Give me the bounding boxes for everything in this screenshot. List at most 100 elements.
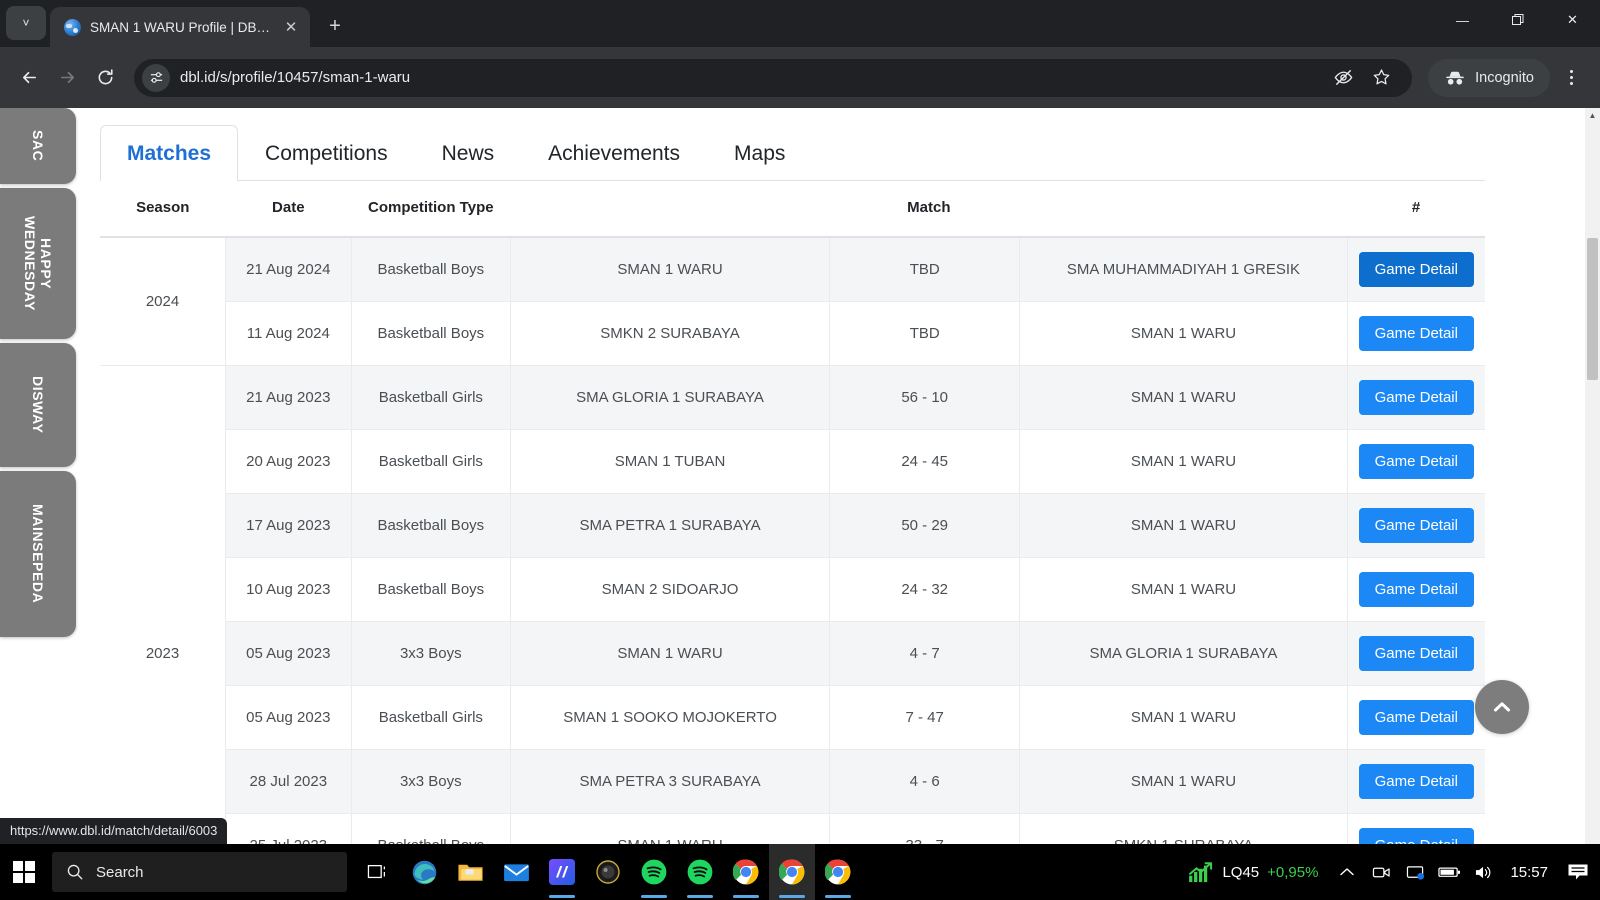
incognito-icon (1446, 71, 1464, 85)
cell-away-team: SMA GLORIA 1 SURABAYA (1019, 621, 1348, 686)
tab-achievements[interactable]: Achievements (521, 125, 707, 181)
tab-maps[interactable]: Maps (707, 125, 812, 181)
cell-score: 4 - 7 (829, 621, 1021, 686)
cell-score: 33 - 7 (829, 813, 1021, 844)
game-detail-button[interactable]: Game Detail (1358, 379, 1474, 415)
cell-competition-type: Basketball Girls (351, 365, 512, 430)
eye-slash-icon[interactable] (1326, 61, 1360, 95)
table-body: 2024 21 Aug 2024 Basketball Boys SMAN 1 WAR… (100, 236, 1485, 844)
cell-away-team: SMAN 1 WARU (1019, 429, 1348, 494)
game-detail-button[interactable]: Game Detail (1358, 763, 1474, 799)
browser-menu-button[interactable] (1554, 61, 1588, 95)
table-row[interactable]: 10 Aug 2023 Basketball Boys SMAN 2 SIDOARJ… (100, 557, 1485, 622)
new-tab-button[interactable]: + (320, 11, 350, 41)
taskbar-clock[interactable]: 15:57 (1500, 864, 1558, 881)
task-view-icon (367, 865, 385, 879)
rail-tab-happy-wednesday[interactable]: HAPPY WEDNESDAY (0, 188, 76, 339)
network-tray-icon[interactable] (1398, 844, 1432, 900)
close-window-button[interactable]: ✕ (1545, 0, 1600, 40)
rail-tab-mainsepeda[interactable]: MAINSEPEDA (0, 471, 76, 637)
dot (1569, 76, 1573, 79)
cell-action: Game Detail (1347, 493, 1485, 558)
notifications-button[interactable] (1558, 844, 1598, 900)
taskbar-app-m-icon[interactable] (539, 844, 585, 900)
game-detail-button[interactable]: Game Detail (1358, 507, 1474, 543)
restore-icon (1511, 14, 1523, 25)
cell-action: Game Detail (1347, 557, 1485, 622)
game-detail-button[interactable]: Game Detail (1358, 251, 1474, 287)
tune-icon[interactable] (142, 63, 170, 92)
search-icon (67, 864, 83, 880)
bookmark-star-icon[interactable] (1364, 61, 1398, 95)
page-scrollbar[interactable]: ▲ (1585, 108, 1600, 844)
taskbar-chrome-icon-3[interactable] (769, 844, 815, 900)
taskbar-mail-icon[interactable] (493, 844, 539, 900)
tab-matches[interactable]: Matches (100, 125, 239, 181)
dot (1569, 70, 1573, 73)
forward-button[interactable] (50, 61, 84, 95)
tab-news[interactable]: News (415, 125, 522, 181)
table-row[interactable]: 17 Aug 2023 Basketball Boys SMA PETRA 1 SU… (100, 493, 1485, 558)
back-button[interactable] (12, 61, 46, 95)
taskbar-spotify-icon-2[interactable] (677, 844, 723, 900)
table-row[interactable]: 05 Aug 2023 3x3 Boys SMAN 1 WARU 4 - 7 SMA G… (100, 621, 1485, 686)
rail-tab-label: DISWAY (30, 376, 47, 434)
table-row[interactable]: 11 Aug 2024 Basketball Boys SMKN 2 SURABAY… (100, 301, 1485, 366)
game-detail-button[interactable]: Game Detail (1358, 699, 1474, 735)
table-row[interactable]: 2024 21 Aug 2024 Basketball Boys SMAN 1 WAR… (100, 236, 1485, 366)
table-row[interactable]: 05 Aug 2023 Basketball Girls SMAN 1 SOOKO … (100, 685, 1485, 750)
stock-widget[interactable]: LQ45 +0,95% (1176, 861, 1330, 883)
web-page: SAC HAPPY WEDNESDAY DISWAY MAINSEPEDA Match… (0, 108, 1585, 844)
game-detail-button[interactable]: Game Detail (1358, 635, 1474, 671)
taskbar-chrome-icon[interactable] (723, 844, 769, 900)
cell-score: 56 - 10 (829, 365, 1021, 430)
taskbar-search[interactable]: Search (52, 852, 347, 892)
cell-action: Game Detail (1347, 749, 1485, 814)
tab-search-button[interactable]: ˅ (6, 6, 46, 40)
game-detail-button[interactable]: Game Detail (1358, 571, 1474, 607)
cell-date: 21 Aug 2024 (225, 236, 352, 302)
url-text: dbl.id/s/profile/10457/sman-1-waru (180, 69, 411, 86)
arrow-right-icon (60, 71, 74, 84)
cell-home-team: SMAN 1 TUBAN (510, 429, 831, 494)
dot (1569, 82, 1573, 85)
header-actions: # (1347, 181, 1485, 238)
start-button[interactable] (0, 844, 48, 900)
minimize-button[interactable]: — (1435, 0, 1490, 40)
incognito-indicator[interactable]: Incognito (1428, 58, 1550, 97)
game-detail-button[interactable]: Game Detail (1358, 443, 1474, 479)
cell-action: Game Detail (1347, 621, 1485, 686)
table-row[interactable]: 20 Aug 2023 Basketball Girls SMAN 1 TUBAN 2… (100, 429, 1485, 494)
taskbar-spotify-icon[interactable] (631, 844, 677, 900)
browser-tab[interactable]: SMAN 1 WARU Profile | DBL ID ✕ (50, 7, 310, 47)
scrollbar-up-arrow[interactable]: ▲ (1585, 108, 1600, 123)
scrollbar-thumb[interactable] (1587, 238, 1598, 380)
windows-taskbar: Search LQ45 +0,95% 15:57 (0, 844, 1600, 900)
rail-tab-disway[interactable]: DISWAY (0, 343, 76, 467)
volume-tray-icon[interactable] (1466, 844, 1500, 900)
show-hidden-icons-button[interactable] (1330, 844, 1364, 900)
cell-season: 2024 (100, 236, 227, 366)
table-row[interactable]: 28 Jul 2023 3x3 Boys SMA PETRA 3 SURABAYA 4… (100, 749, 1485, 814)
cell-competition-type: Basketball Boys (351, 301, 512, 366)
task-view-button[interactable] (355, 844, 401, 900)
cell-away-team: SMAN 1 WARU (1019, 493, 1348, 558)
table-row[interactable]: 25 Jul 2023Basketball BoysSMAN 1 WARU33 … (100, 813, 1485, 844)
maximize-button[interactable] (1490, 0, 1545, 40)
tab-competitions[interactable]: Competitions (238, 125, 415, 181)
taskbar-file-explorer-icon[interactable] (447, 844, 493, 900)
rail-tab-sac[interactable]: SAC (0, 108, 76, 184)
address-bar[interactable]: dbl.id/s/profile/10457/sman-1-waru (134, 58, 1413, 97)
game-detail-button[interactable]: Game Detail (1358, 315, 1474, 351)
reload-button[interactable] (88, 61, 122, 95)
camera-tray-icon[interactable] (1364, 844, 1398, 900)
scroll-to-top-button[interactable] (1475, 680, 1529, 734)
taskbar-chrome-icon-4[interactable] (815, 844, 861, 900)
taskbar-dark-app-icon[interactable] (585, 844, 631, 900)
close-icon[interactable]: ✕ (280, 16, 302, 38)
taskbar-edge-icon[interactable] (401, 844, 447, 900)
game-detail-button[interactable]: Game Detail (1358, 827, 1474, 844)
table-row[interactable]: 2023 21 Aug 2023 Basketball Girls SMA GLORI… (100, 365, 1485, 844)
cell-date: 17 Aug 2023 (225, 493, 352, 558)
battery-tray-icon[interactable] (1432, 844, 1466, 900)
